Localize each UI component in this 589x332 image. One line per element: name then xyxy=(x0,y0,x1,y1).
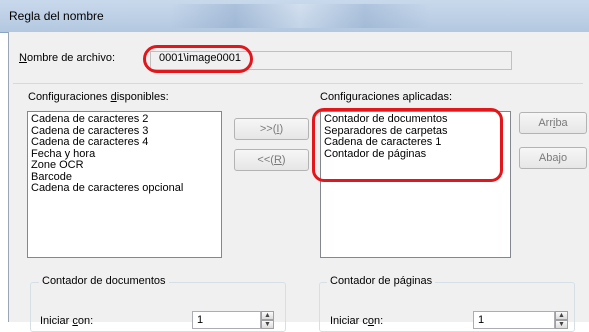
title-bar-glass xyxy=(170,4,430,28)
spin-down-icon[interactable]: ▼ xyxy=(555,320,568,329)
spin-up-icon[interactable]: ▲ xyxy=(261,311,274,320)
divider xyxy=(13,83,583,84)
applied-highlight xyxy=(312,108,503,182)
page-counter-start-input[interactable]: 1 xyxy=(473,311,555,329)
spin-up-icon[interactable]: ▲ xyxy=(555,311,568,320)
page-counter-start-label: Iniciar con: xyxy=(330,315,384,327)
dialog-body: Nombre de archivo: 0001\image0001 Config… xyxy=(8,32,589,332)
spin-down-icon[interactable]: ▼ xyxy=(261,320,274,329)
applied-label: Configuraciones aplicadas: xyxy=(320,91,453,103)
filename-highlight xyxy=(143,45,253,73)
available-item[interactable]: Cadena de caracteres opcional xyxy=(31,182,218,195)
up-button[interactable]: Arriba xyxy=(519,112,587,134)
filename-label: Nombre de archivo: xyxy=(19,52,115,64)
available-label: Configuraciones disponibles: xyxy=(28,91,169,103)
available-list[interactable]: Cadena de caracteres 2 Cadena de caracte… xyxy=(27,111,222,258)
available-item[interactable]: Cadena de caracteres 4 xyxy=(31,136,218,149)
page-counter-title: Contador de páginas xyxy=(327,275,436,287)
add-button[interactable]: >>(I) xyxy=(234,118,309,140)
available-item[interactable]: Cadena de caracteres 2 xyxy=(31,113,218,126)
title-bar: Regla del nombre xyxy=(0,0,589,33)
doc-counter-title: Contador de documentos xyxy=(39,275,169,287)
available-item[interactable]: Zone OCR xyxy=(31,159,218,172)
doc-counter-start-label: Iniciar con: xyxy=(40,315,94,327)
doc-counter-start-input[interactable]: 1 xyxy=(192,311,261,329)
remove-button[interactable]: <<(R) xyxy=(234,149,309,171)
window-title: Regla del nombre xyxy=(9,9,104,23)
down-button[interactable]: Abajo xyxy=(519,147,587,169)
